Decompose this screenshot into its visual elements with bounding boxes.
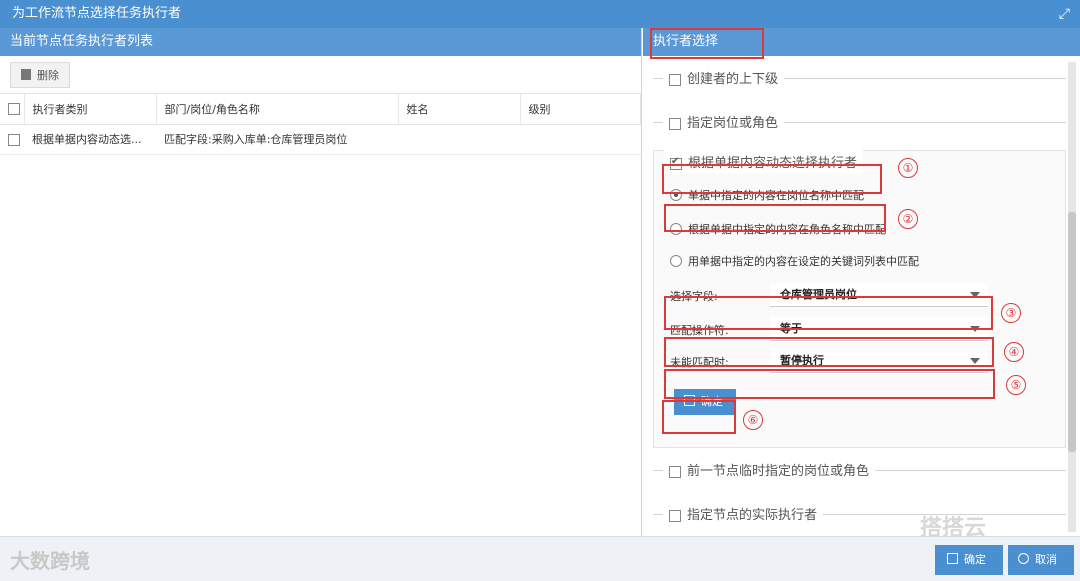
annotation-box	[664, 296, 993, 330]
trash-icon	[21, 69, 31, 80]
group-prev-node: 前一节点临时指定的岗位或角色	[653, 448, 1080, 492]
annotation-number: ④	[1004, 342, 1024, 362]
radio-button[interactable]	[670, 255, 682, 267]
delete-button-label: 删除	[37, 69, 59, 82]
executor-list-panel: 当前节点任务执行者列表 删除 执行者类别 部门/岗位/角色名称 姓名 级别 根据…	[0, 28, 642, 536]
executor-table: 执行者类别 部门/岗位/角色名称 姓名 级别 根据单据内容动态选... 匹配字段…	[0, 94, 641, 155]
prev-node-checkbox[interactable]	[669, 465, 681, 478]
creator-superior-checkbox[interactable]	[669, 73, 681, 86]
scrollbar-thumb[interactable]	[1068, 212, 1076, 452]
group-actual-executor: 指定节点的实际执行者	[653, 492, 1080, 536]
wechat-watermark: 搭搭云	[920, 516, 987, 541]
annotation-box	[664, 204, 886, 232]
ban-icon	[1018, 553, 1029, 564]
column-header-level[interactable]: 级别	[520, 94, 641, 125]
annotation-box	[650, 28, 764, 59]
actual-executor-checkbox[interactable]	[669, 509, 681, 522]
cell-level	[520, 124, 641, 155]
annotation-number: ②	[898, 209, 918, 229]
annotation-number: ③	[1001, 303, 1021, 323]
prev-node-label: 前一节点临时指定的岗位或角色	[687, 464, 870, 479]
watermark-logo: 大数跨境	[10, 549, 90, 573]
column-header-type[interactable]: 执行者类别	[24, 94, 157, 125]
creator-superior-label: 创建者的上下级	[687, 72, 779, 87]
radio-option[interactable]: 用单据中指定的内容在设定的关键词列表中匹配	[670, 253, 919, 269]
vertical-scrollbar[interactable]	[1068, 62, 1076, 532]
radio-label: 用单据中指定的内容在设定的关键词列表中匹配	[688, 255, 919, 268]
cell-type: 根据单据内容动态选...	[24, 124, 156, 155]
expand-icon[interactable]: ⤢	[1059, 0, 1070, 28]
group-legend[interactable]: 指定岗位或角色	[663, 112, 785, 131]
table-header-row: 执行者类别 部门/岗位/角色名称 姓名 级别	[0, 94, 641, 125]
group-assigned-post: 指定岗位或角色	[653, 100, 1080, 144]
confirm-button-label: 确定	[964, 553, 986, 566]
column-header-person[interactable]: 姓名	[398, 94, 521, 125]
executor-list-header: 当前节点任务执行者列表	[0, 28, 641, 56]
row-checkbox[interactable]	[8, 133, 20, 146]
annotation-box	[664, 337, 994, 367]
annotation-box	[662, 400, 736, 434]
executor-list-toolbar: 删除	[0, 56, 641, 94]
annotation-box	[662, 164, 882, 194]
confirm-button[interactable]: 确定	[935, 545, 1003, 575]
group-legend[interactable]: 前一节点临时指定的岗位或角色	[663, 460, 876, 479]
group-legend[interactable]: 创建者的上下级	[663, 68, 785, 87]
annotation-number: ⑥	[743, 410, 763, 430]
check-square-icon	[947, 553, 958, 564]
window-titlebar: 为工作流节点选择任务执行者 ⤢	[0, 0, 1080, 28]
delete-button[interactable]: 删除	[10, 62, 70, 88]
executor-select-panel: 执行者选择 创建者的上下级 指定岗位或角色 根据单据内容动态选择执行者 单据中指…	[643, 28, 1080, 536]
table-row[interactable]: 根据单据内容动态选... 匹配字段:采购入库单:仓库管理员岗位	[0, 124, 641, 155]
annotation-number: ①	[898, 158, 918, 178]
group-legend[interactable]: 指定节点的实际执行者	[663, 504, 824, 523]
annotation-number: ⑤	[1006, 375, 1026, 395]
actual-executor-label: 指定节点的实际执行者	[687, 508, 818, 523]
cancel-button-label: 取消	[1035, 553, 1057, 566]
window-title: 为工作流节点选择任务执行者	[12, 6, 182, 21]
dialog-footer: 大数跨境 确定 取消	[0, 536, 1080, 581]
select-all-cell	[0, 94, 25, 125]
row-select-cell	[0, 124, 24, 155]
cell-name: 匹配字段:采购入库单:仓库管理员岗位	[156, 124, 398, 155]
column-header-name[interactable]: 部门/岗位/角色名称	[156, 94, 399, 125]
assigned-post-label: 指定岗位或角色	[687, 116, 779, 131]
assigned-post-checkbox[interactable]	[669, 117, 681, 130]
cancel-button[interactable]: 取消	[1008, 545, 1074, 575]
cell-person	[398, 124, 520, 155]
annotation-box	[664, 369, 995, 399]
group-creator-superior: 创建者的上下级	[653, 56, 1080, 100]
select-all-checkbox[interactable]	[8, 103, 20, 116]
